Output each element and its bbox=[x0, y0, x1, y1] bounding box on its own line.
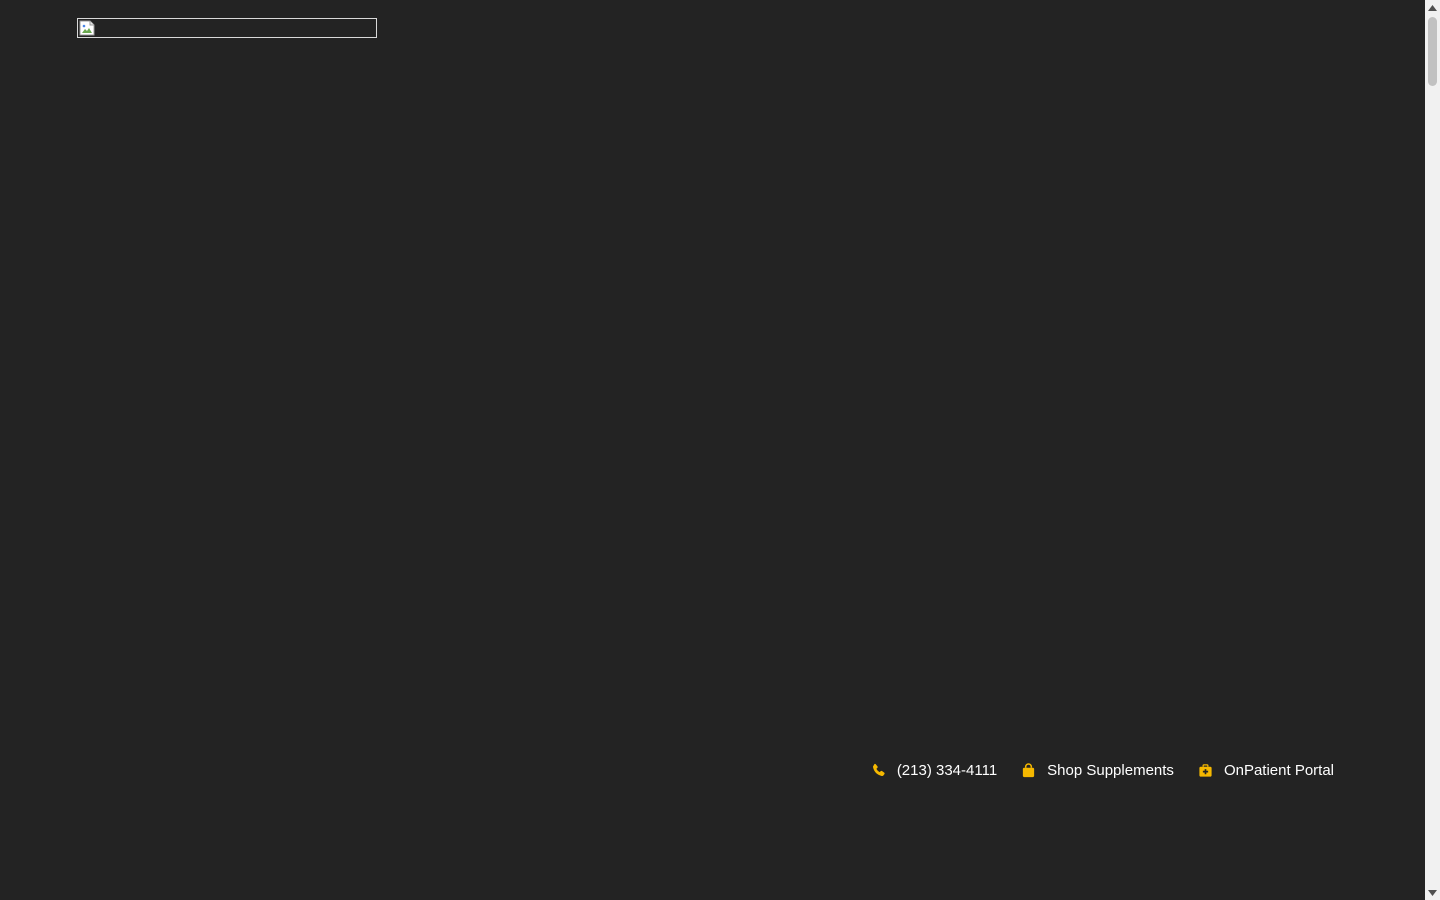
shop-supplements-label: Shop Supplements bbox=[1047, 761, 1174, 779]
scroll-up-arrow-icon[interactable] bbox=[1425, 0, 1440, 15]
onpatient-portal-label: OnPatient Portal bbox=[1223, 761, 1334, 779]
medical-kit-icon bbox=[1198, 763, 1213, 778]
broken-image-icon bbox=[79, 20, 95, 36]
scroll-thumb[interactable] bbox=[1428, 17, 1437, 86]
vertical-scrollbar[interactable] bbox=[1425, 0, 1440, 900]
site-logo[interactable] bbox=[77, 18, 377, 38]
shopping-bag-icon bbox=[1021, 762, 1036, 778]
phone-label: (213) 334-4111 bbox=[896, 761, 998, 779]
onpatient-portal-link[interactable]: OnPatient Portal bbox=[1198, 762, 1334, 779]
page: (213) 334-4111 Shop Supplements OnPatien… bbox=[0, 0, 1425, 900]
phone-icon bbox=[871, 763, 886, 778]
scroll-down-arrow-icon[interactable] bbox=[1425, 885, 1440, 900]
phone-link[interactable]: (213) 334-4111 bbox=[871, 762, 997, 779]
shop-supplements-link[interactable]: Shop Supplements bbox=[1021, 762, 1174, 779]
contact-bar: (213) 334-4111 Shop Supplements OnPatien… bbox=[871, 759, 1334, 781]
